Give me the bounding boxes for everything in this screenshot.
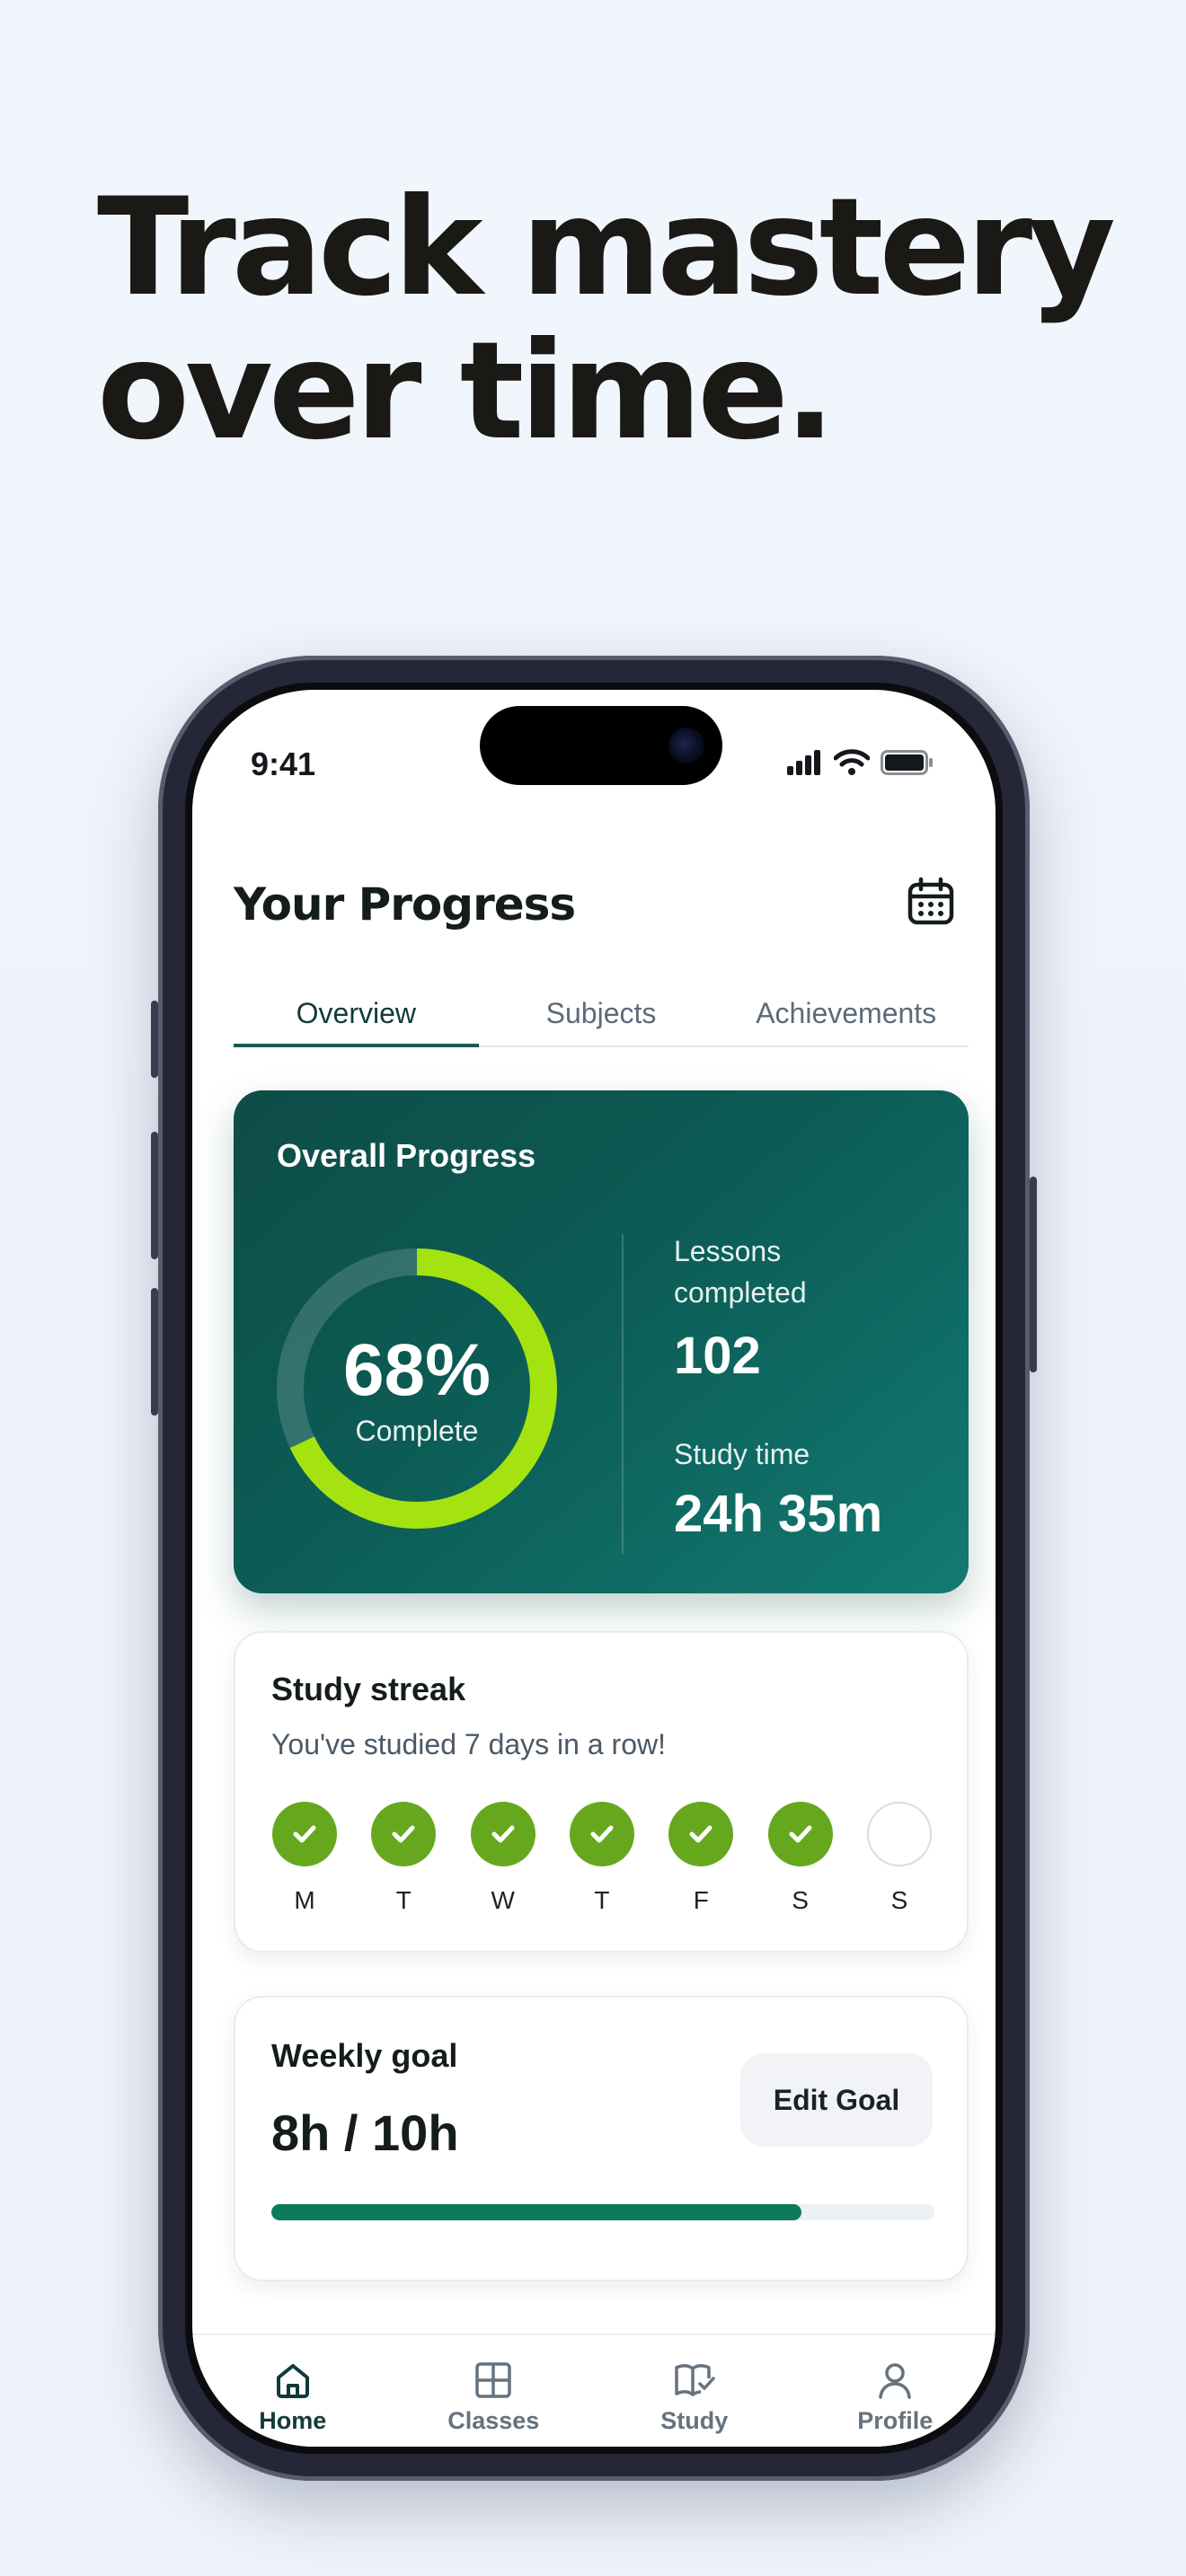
streak-day-complete (668, 1802, 734, 1866)
check-icon (293, 1825, 316, 1843)
nav-home-label: Home (259, 2407, 327, 2434)
battery-icon (881, 750, 933, 775)
study-streak-title: Study streak (271, 1671, 466, 1707)
check-icon (590, 1825, 614, 1843)
streak-day-label: T (594, 1886, 610, 1914)
volume-up-button (151, 1132, 158, 1259)
bottom-tab-bar: Home Classes Study Profile (192, 2333, 996, 2447)
check-icon (789, 1825, 812, 1843)
home-icon (276, 2364, 309, 2398)
lessons-label: Lessons completed (674, 1235, 807, 1309)
streak-day-complete (767, 1802, 833, 1866)
check-icon (491, 1825, 515, 1843)
status-icons (787, 749, 934, 776)
status-time: 9:41 (251, 745, 316, 782)
tab-subjects[interactable]: Subjects (479, 986, 724, 1045)
complete-label: Complete (355, 1414, 479, 1447)
phone-frame: 9:41 Your Progress Overview Subjects Ach… (151, 656, 1037, 2481)
streak-day-label: W (491, 1886, 515, 1914)
check-icon (392, 1825, 415, 1843)
weekly-goal-value: 8h / 10h (271, 2104, 459, 2161)
grid-icon (475, 2362, 511, 2398)
nav-classes[interactable]: Classes (394, 2335, 595, 2447)
streak-day: S (866, 1802, 933, 1915)
streak-day: S (767, 1802, 834, 1915)
nav-study-label: Study (660, 2407, 729, 2434)
streak-day-label: T (395, 1886, 412, 1914)
weekly-goal-card: Weekly goal 8h / 10h Edit Goal (234, 1996, 969, 2281)
streak-day-complete (272, 1802, 337, 1866)
streak-day-label: F (693, 1886, 709, 1914)
overall-progress-card: Overall Progress 68% Complete Lessons co… (234, 1090, 969, 1593)
page-title: Your Progress (234, 878, 576, 931)
streak-day-label: S (890, 1886, 908, 1914)
phone-screen-bezel: 9:41 Your Progress Overview Subjects Ach… (185, 683, 1003, 2454)
tab-overview[interactable]: Overview (234, 986, 479, 1047)
streak-day-label: M (294, 1886, 315, 1914)
streak-day: M (271, 1802, 338, 1915)
study-streak-card: Study streak You've studied 7 days in a … (234, 1631, 969, 1953)
action-button (151, 1001, 158, 1078)
edit-goal-button[interactable]: Edit Goal (740, 2053, 933, 2147)
progress-tabs: Overview Subjects Achievements (234, 986, 969, 1047)
study-time-label: Study time (674, 1438, 810, 1470)
weekly-goal-progress-bar (271, 2204, 934, 2220)
streak-day-complete (371, 1802, 437, 1866)
streak-days: MTWTFSS (271, 1802, 933, 1915)
nav-home[interactable]: Home (192, 2335, 394, 2447)
progress-ring-label: 68% Complete (275, 1247, 559, 1531)
study-time-value: 24h 35m (674, 1485, 883, 1543)
overall-progress-title: Overall Progress (277, 1137, 536, 1174)
nav-study[interactable]: Study (594, 2335, 795, 2447)
check-icon (689, 1825, 712, 1843)
study-streak-subtitle: You've studied 7 days in a row! (271, 1728, 666, 1760)
weekly-goal-title: Weekly goal (271, 2037, 458, 2074)
tab-achievements[interactable]: Achievements (723, 986, 969, 1045)
streak-day: T (569, 1802, 635, 1915)
user-icon (879, 2363, 911, 2399)
wifi-icon (834, 749, 870, 775)
streak-day-label: S (792, 1886, 809, 1914)
streak-day-incomplete (866, 1802, 932, 1866)
volume-down-button (151, 1288, 158, 1416)
camera-icon (668, 728, 704, 763)
headline-line-1: Track mastery (97, 170, 1116, 326)
book-check-icon (675, 2364, 715, 2396)
streak-day-complete (470, 1802, 535, 1866)
dynamic-island (480, 706, 722, 785)
streak-day-complete (569, 1802, 634, 1866)
lessons-value: 102 (674, 1327, 761, 1385)
signal-icon (787, 750, 820, 775)
streak-day: W (470, 1802, 536, 1915)
nav-profile-label: Profile (857, 2407, 934, 2434)
stats-divider (622, 1234, 624, 1554)
side-button (1030, 1177, 1037, 1372)
headline-line-2: over time. (97, 313, 836, 470)
overall-percent: 68% (342, 1328, 491, 1411)
streak-day: F (668, 1802, 734, 1915)
marketing-headline: Track mastery over time. (97, 170, 1116, 470)
calendar-icon[interactable] (906, 877, 956, 927)
nav-profile[interactable]: Profile (795, 2335, 996, 2447)
streak-day: T (370, 1802, 437, 1915)
nav-classes-label: Classes (447, 2407, 540, 2434)
weekly-goal-progress-fill (271, 2204, 802, 2220)
app-screen: 9:41 Your Progress Overview Subjects Ach… (192, 690, 996, 2447)
